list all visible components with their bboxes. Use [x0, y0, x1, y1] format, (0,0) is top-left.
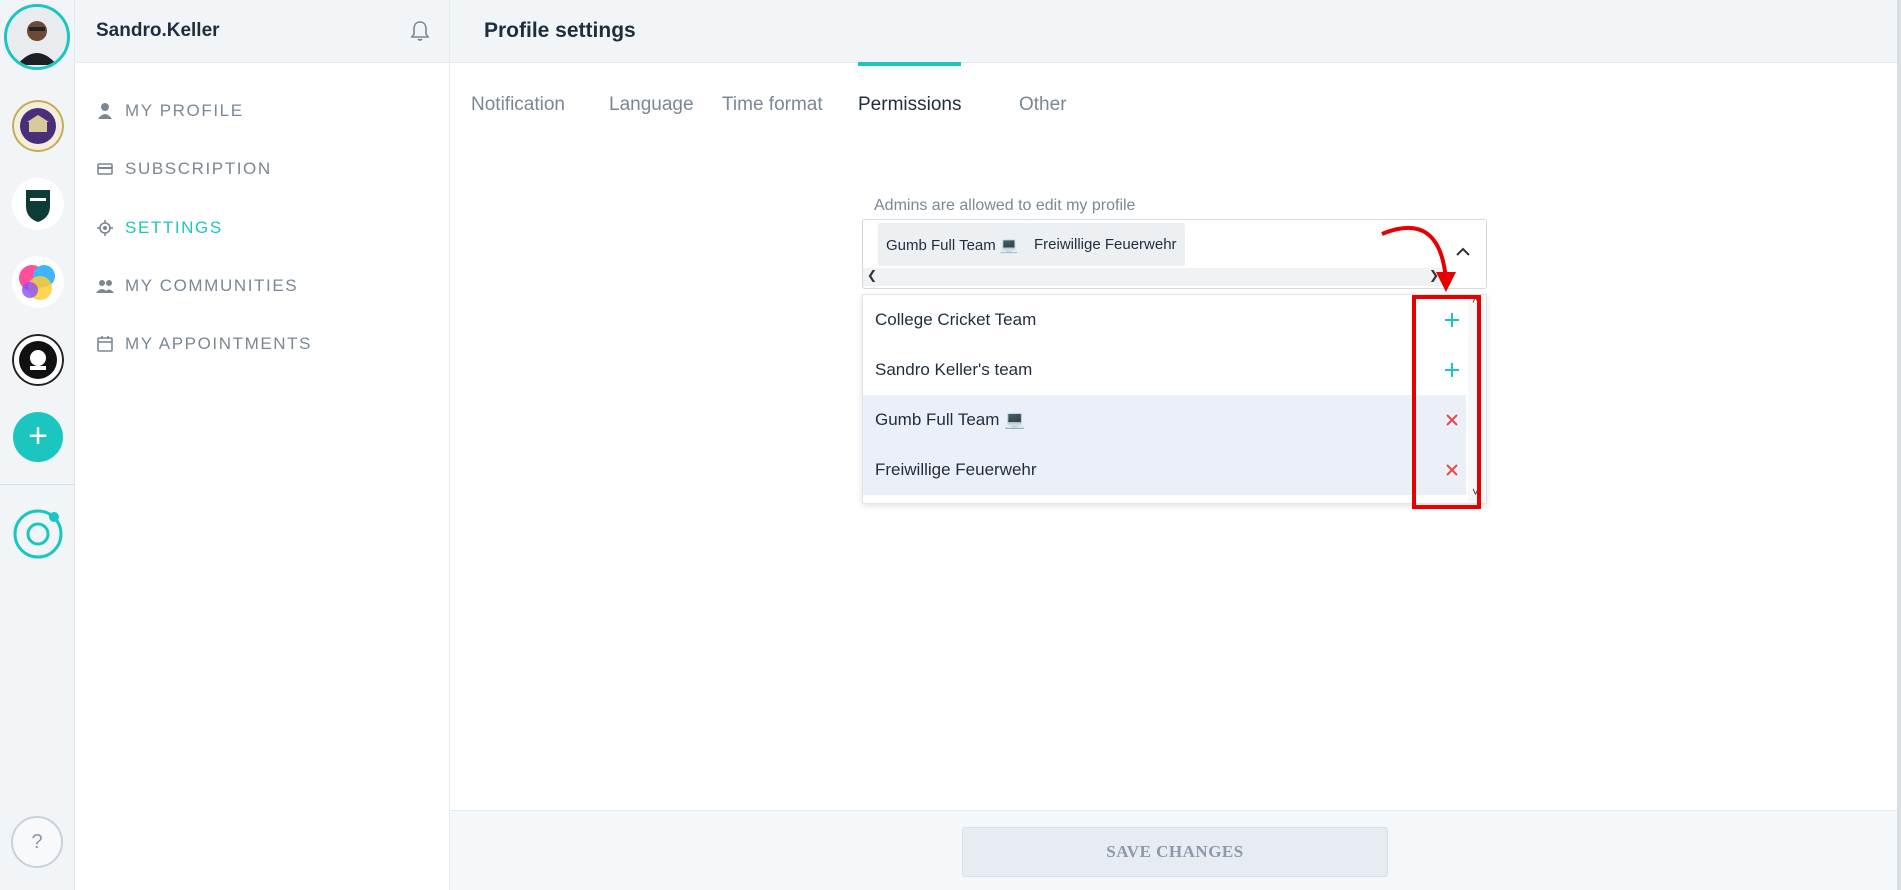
tab-language[interactable]: Language [609, 62, 694, 122]
emblem-logo-icon [12, 334, 64, 386]
admins-multiselect[interactable]: Gumb Full Team 💻 Freiwillige Feuerwehr ❮… [862, 219, 1487, 289]
tab-other[interactable]: Other [1019, 62, 1067, 122]
shield-logo-icon [12, 178, 64, 230]
page-scrollbar[interactable] [1897, 0, 1901, 890]
discover-button[interactable] [12, 508, 64, 560]
nav-my-appointments[interactable]: MY APPOINTMENTS [75, 324, 450, 364]
chip-horizontal-scrollbar[interactable]: ❮ ❯ [863, 268, 1441, 286]
scroll-left-icon[interactable]: ❮ [867, 268, 877, 282]
scroll-right-icon[interactable]: ❯ [1429, 268, 1439, 282]
nav-label: SUBSCRIPTION [125, 159, 272, 178]
nav-label: SETTINGS [125, 218, 223, 237]
tab-notification[interactable]: Notification [471, 62, 565, 122]
option-item-selected[interactable]: Freiwillige Feuerwehr [863, 445, 1466, 495]
add-option-button[interactable] [1442, 310, 1462, 330]
option-label: Freiwillige Feuerwehr [875, 460, 1037, 479]
sidebar-header: Sandro.Keller [75, 0, 449, 63]
community-shield[interactable] [12, 178, 64, 230]
remove-option-button[interactable] [1442, 410, 1462, 430]
scroll-up-icon[interactable]: ˄ [1472, 293, 1479, 307]
option-label: College Cricket Team [875, 310, 1037, 329]
nav-subscription[interactable]: SUBSCRIPTION [75, 149, 450, 189]
option-label: Sandro Keller's team [875, 360, 1033, 379]
option-item[interactable]: College Cricket Team [863, 295, 1466, 345]
scroll-down-icon[interactable]: ˅ [1472, 485, 1479, 499]
nav-settings[interactable]: SETTINGS [75, 208, 450, 248]
selected-chip[interactable]: Gumb Full Team 💻 [878, 223, 1027, 266]
tab-time-format[interactable]: Time format [722, 62, 823, 122]
add-option-button[interactable] [1442, 360, 1462, 380]
calendar-icon [95, 334, 115, 354]
selected-chip[interactable]: Freiwillige Feuerwehr [1026, 223, 1185, 266]
options-dropdown: College Cricket Team Sandro Keller's tea… [862, 293, 1487, 504]
orbit-icon [13, 509, 63, 559]
option-label: Gumb Full Team 💻 [875, 410, 1026, 429]
avatar-photo-icon [7, 7, 67, 67]
community-emblem[interactable] [12, 334, 64, 386]
footer-bar: SAVE CHANGES [450, 810, 1901, 890]
plus-icon [1445, 313, 1459, 327]
add-community-button[interactable]: + [13, 412, 63, 462]
save-changes-button[interactable]: SAVE CHANGES [962, 827, 1388, 877]
main-panel: Profile settings Notification Language T… [450, 0, 1901, 890]
main-header: Profile settings [450, 0, 1901, 63]
remove-option-button[interactable] [1442, 460, 1462, 480]
app-window: + ? Sandro.Keller MY PROFILE SUBSCRIPTIO… [0, 0, 1901, 890]
notifications-button[interactable] [408, 19, 432, 43]
tab-permissions[interactable]: Permissions [858, 62, 962, 122]
user-avatar[interactable] [4, 4, 70, 70]
rail-divider [0, 484, 75, 485]
page-title: Profile settings [484, 19, 636, 42]
help-button[interactable]: ? [11, 816, 63, 868]
nav-label: MY APPOINTMENTS [125, 334, 313, 353]
bell-icon [410, 21, 430, 41]
close-icon [1446, 464, 1458, 476]
nav-label: MY PROFILE [125, 101, 244, 120]
dropdown-vertical-scrollbar[interactable]: ˄ ˅ [1468, 293, 1486, 503]
person-icon [95, 101, 115, 121]
people-icon [95, 276, 115, 296]
card-icon [95, 159, 115, 179]
community-rail: + ? [0, 0, 75, 890]
settings-sidebar: Sandro.Keller MY PROFILE SUBSCRIPTION SE… [75, 0, 450, 890]
nav-my-profile[interactable]: MY PROFILE [75, 91, 450, 131]
close-icon [1446, 414, 1458, 426]
community-university[interactable] [12, 100, 64, 152]
chevron-up-icon [1456, 247, 1470, 256]
option-item-selected[interactable]: Gumb Full Team 💻 [863, 395, 1466, 445]
user-name: Sandro.Keller [96, 20, 220, 41]
option-item[interactable]: Sandro Keller's team [863, 345, 1466, 395]
permissions-field-label: Admins are allowed to edit my profile [874, 197, 1136, 214]
gear-icon [95, 218, 115, 238]
plus-icon [1445, 363, 1459, 377]
collapse-dropdown-button[interactable] [1453, 242, 1473, 262]
colorful-logo-icon [12, 256, 64, 308]
community-colorful[interactable] [12, 256, 64, 308]
nav-my-communities[interactable]: MY COMMUNITIES [75, 266, 450, 306]
nav-label: MY COMMUNITIES [125, 276, 299, 295]
university-seal-icon [12, 100, 64, 152]
